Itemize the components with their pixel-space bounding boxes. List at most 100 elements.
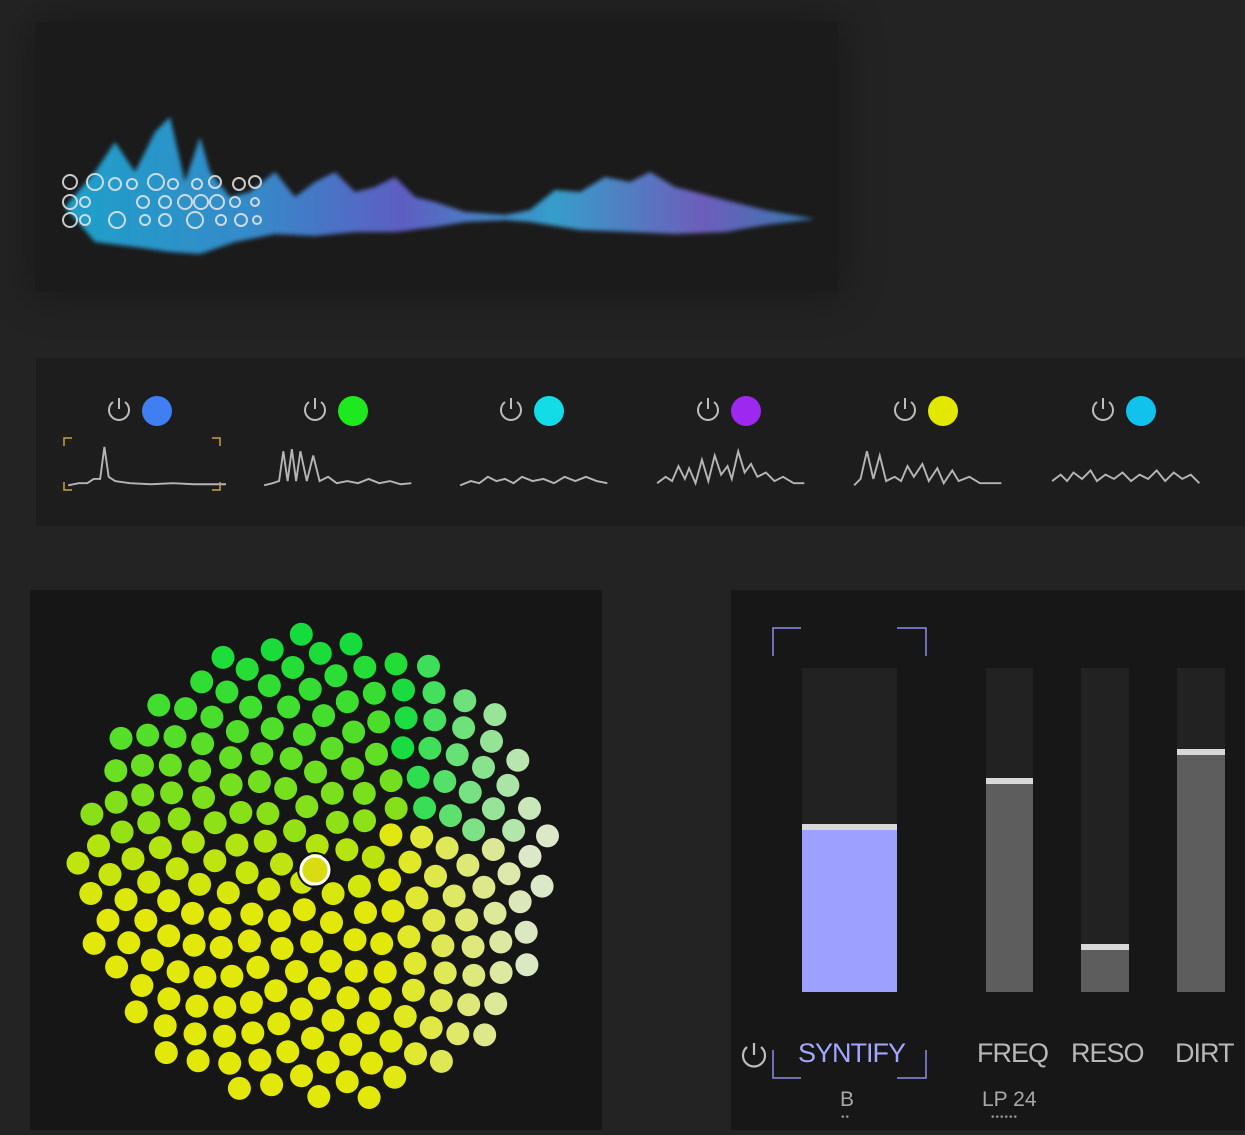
orb-dot[interactable] [235,861,259,885]
orb-dot[interactable] [267,909,291,933]
orb-dot[interactable] [321,882,345,906]
orb-dot[interactable] [292,723,316,746]
orb-dot[interactable] [188,872,212,896]
orb-dot[interactable] [131,783,155,807]
orb-dot[interactable] [289,997,313,1021]
layer-slot[interactable] [852,390,1012,500]
orb-dot[interactable] [341,757,365,781]
dirt-fader-handle[interactable] [1177,749,1225,755]
orb-dot[interactable] [357,1086,381,1109]
layer-color-dot[interactable] [1126,396,1156,426]
orb-dot[interactable] [335,838,359,862]
orb-dot[interactable] [452,716,476,740]
orb-dot[interactable] [462,818,486,842]
orb-dot[interactable] [307,976,331,1000]
orb-dot[interactable] [104,790,128,814]
orb-dot[interactable] [270,937,294,960]
orb-dot[interactable] [392,678,415,702]
orb-dot[interactable] [506,748,530,772]
orb-dot[interactable] [352,781,376,805]
orb-dot[interactable] [353,655,377,679]
orb-dot[interactable] [240,902,264,926]
orb-dot[interactable] [379,1029,403,1053]
orb-dot[interactable] [147,693,171,717]
orb-dot[interactable] [229,801,253,824]
orb-dot[interactable] [342,720,366,744]
orb-dot[interactable] [301,1026,324,1050]
orb-dot[interactable] [283,819,307,843]
orb-dot[interactable] [429,989,453,1013]
orb-dot[interactable] [439,804,462,828]
orb-dot[interactable] [188,759,212,783]
orb-dot[interactable] [368,987,392,1011]
orb-dot[interactable] [417,654,440,678]
orb-dot[interactable] [247,770,271,794]
power-icon[interactable] [890,394,920,424]
orb-dot[interactable] [274,777,298,800]
orb-dot[interactable] [260,638,284,662]
orb-dot[interactable] [219,746,243,770]
orb-dot[interactable] [130,753,154,777]
orb-dot[interactable] [381,899,405,923]
freq-fader[interactable] [986,668,1033,992]
orb-dot[interactable] [241,1021,265,1045]
orb-dot[interactable] [515,953,539,977]
orb-dot[interactable] [418,736,442,760]
orb-dot[interactable] [473,1023,497,1047]
orb-dot[interactable] [124,1000,148,1024]
orb-dot[interactable] [182,933,206,957]
orb-dot[interactable] [384,652,408,676]
orb-dot[interactable] [66,851,90,875]
orb-dot[interactable] [277,695,301,719]
reso-fader-handle[interactable] [1081,944,1129,950]
orb-dot[interactable] [248,1048,272,1072]
orb-dot[interactable] [181,830,205,854]
layer-waveform[interactable] [458,434,618,494]
orb-dot[interactable] [536,824,559,848]
orb-dot[interactable] [140,948,164,972]
orb-dot[interactable] [216,881,240,905]
orb-dot[interactable] [442,884,466,908]
filter-type-value[interactable]: LP 24 [982,1088,1037,1112]
orb-dot[interactable] [339,632,363,656]
orb-dot[interactable] [481,797,505,821]
orb-dot[interactable] [213,995,237,1019]
orb-dot[interactable] [109,726,133,750]
orb-dot[interactable] [235,657,259,681]
orb-dot[interactable] [365,742,388,766]
orb-dot[interactable] [401,978,425,1002]
orb-dot[interactable] [319,949,343,973]
orb-dot[interactable] [413,796,437,820]
orb-dot[interactable] [215,680,239,704]
orb-dot[interactable] [163,725,187,749]
orb-dot[interactable] [80,802,104,826]
orb-dot[interactable] [502,818,526,842]
orb-dot[interactable] [158,753,182,777]
layer-slot[interactable] [262,390,422,500]
orb-dot[interactable] [181,901,204,925]
orb-dot[interactable] [457,993,481,1017]
orb-dot[interactable] [203,811,227,835]
syntify-mode-value[interactable]: B [840,1088,854,1112]
orb-dot[interactable] [307,1085,331,1108]
layer-waveform[interactable] [262,434,422,494]
orb-dot[interactable] [481,838,505,861]
orb-dot[interactable] [422,908,446,932]
orb-dot[interactable] [260,717,284,741]
orb-dot[interactable] [153,1014,177,1038]
orb-dot[interactable] [157,889,181,913]
orb-dot[interactable] [87,834,110,858]
orb-dot[interactable] [186,1049,210,1073]
orb-dot[interactable] [406,765,430,789]
orb-dot[interactable] [239,990,263,1014]
orb-dot[interactable] [316,1050,340,1074]
orb-dot[interactable] [213,1024,236,1048]
reso-fader[interactable] [1081,668,1129,992]
orb-dot[interactable] [257,877,281,901]
orb-dot[interactable] [343,928,367,952]
orb-dot[interactable] [453,689,477,713]
orb-dot[interactable] [404,1042,427,1066]
orb-dot[interactable] [320,911,343,934]
orb-dot[interactable] [383,1065,407,1089]
orb-dot[interactable] [394,706,418,730]
